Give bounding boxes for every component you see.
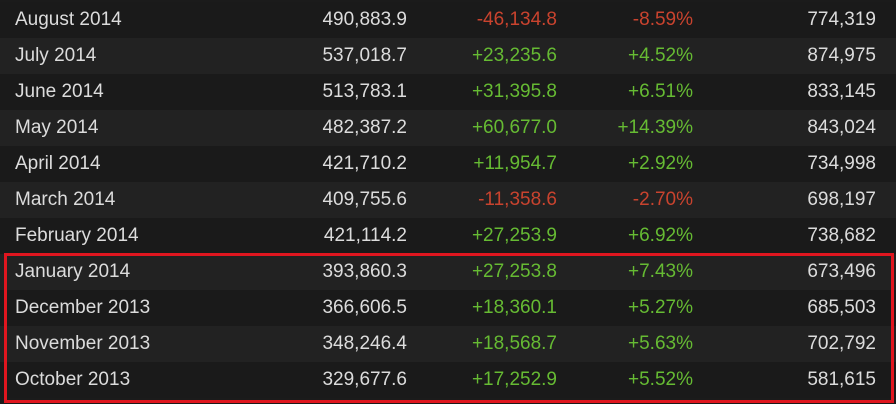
peak-players-cell: 734,998	[807, 153, 876, 174]
gain-cell: +17,252.9	[471, 369, 557, 390]
percent-gain-cell: +5.52%	[628, 369, 693, 390]
avg-players-cell: 482,387.2	[322, 117, 407, 138]
table-row: April 2014 421,710.2 +11,954.7 +2.92% 734,99…	[0, 146, 896, 182]
avg-players-cell: 537,018.7	[322, 45, 407, 66]
avg-players-cell: 513,783.1	[322, 81, 407, 102]
percent-gain-cell: +5.63%	[628, 333, 693, 354]
month-cell: February 2014	[15, 225, 139, 246]
table-row: May 2014 482,387.2 +60,677.0 +14.39% 843,024	[0, 110, 896, 146]
month-cell: January 2014	[15, 261, 131, 282]
month-cell: March 2014	[15, 189, 116, 210]
percent-gain-cell: -8.59%	[632, 9, 693, 30]
table-row: August 2014 490,883.9 -46,134.8 -8.59% 774,3…	[0, 2, 896, 38]
avg-players-cell: 348,246.4	[322, 333, 407, 354]
month-cell: June 2014	[15, 81, 104, 102]
percent-gain-cell: +14.39%	[617, 117, 693, 138]
peak-players-cell: 774,319	[807, 9, 876, 30]
month-cell: November 2013	[15, 333, 151, 354]
gain-cell: +18,568.7	[471, 333, 557, 354]
percent-gain-cell: +7.43%	[628, 261, 693, 282]
gain-cell: +31,395.8	[471, 81, 557, 102]
gain-cell: +60,677.0	[471, 117, 557, 138]
percent-gain-cell: -2.70%	[632, 189, 693, 210]
peak-players-cell: 673,496	[807, 261, 876, 282]
table-row: June 2014 513,783.1 +31,395.8 +6.51% 833,145	[0, 74, 896, 110]
table-row: February 2014 421,114.2 +27,253.9 +6.92% 738…	[0, 218, 896, 254]
peak-players-cell: 702,792	[807, 333, 876, 354]
peak-players-cell: 581,615	[807, 369, 876, 390]
gain-cell: +27,253.9	[471, 225, 557, 246]
avg-players-cell: 421,710.2	[322, 153, 407, 174]
peak-players-cell: 698,197	[807, 189, 876, 210]
gain-cell: -46,134.8	[476, 9, 557, 30]
month-cell: July 2014	[15, 45, 97, 66]
peak-players-cell: 685,503	[807, 297, 876, 318]
table-row: March 2014 409,755.6 -11,358.6 -2.70% 698,19…	[0, 182, 896, 218]
avg-players-cell: 409,755.6	[322, 189, 407, 210]
gain-cell: +18,360.1	[471, 297, 557, 318]
table-row: October 2013 329,677.6 +17,252.9 +5.52% 581,…	[0, 362, 896, 398]
gain-cell: +11,954.7	[473, 153, 557, 174]
peak-players-cell: 738,682	[807, 225, 876, 246]
percent-gain-cell: +6.92%	[628, 225, 693, 246]
month-cell: October 2013	[15, 369, 131, 390]
avg-players-cell: 329,677.6	[322, 369, 407, 390]
peak-players-cell: 843,024	[807, 117, 876, 138]
percent-gain-cell: +6.51%	[628, 81, 693, 102]
table-row: July 2014 537,018.7 +23,235.6 +4.52% 874,975	[0, 38, 896, 74]
table-row: January 2014 393,860.3 +27,253.8 +7.43% 673,…	[0, 254, 896, 290]
gain-cell: -11,358.6	[478, 189, 557, 210]
player-stats-table: August 2014 490,883.9 -46,134.8 -8.59% 774,3…	[0, 0, 896, 404]
avg-players-cell: 421,114.2	[323, 225, 407, 246]
month-cell: April 2014	[15, 153, 101, 174]
table-row: November 2013 348,246.4 +18,568.7 +5.63% 702…	[0, 326, 896, 362]
peak-players-cell: 874,975	[807, 45, 876, 66]
table-row: December 2013 366,606.5 +18,360.1 +5.27% 685…	[0, 290, 896, 326]
avg-players-cell: 366,606.5	[322, 297, 407, 318]
month-cell: August 2014	[15, 9, 122, 30]
percent-gain-cell: +4.52%	[628, 45, 693, 66]
avg-players-cell: 393,860.3	[322, 261, 407, 282]
percent-gain-cell: +5.27%	[628, 297, 693, 318]
peak-players-cell: 833,145	[807, 81, 876, 102]
gain-cell: +27,253.8	[471, 261, 557, 282]
avg-players-cell: 490,883.9	[322, 9, 407, 30]
percent-gain-cell: +2.92%	[628, 153, 693, 174]
month-cell: May 2014	[15, 117, 99, 138]
month-cell: December 2013	[15, 297, 151, 318]
gain-cell: +23,235.6	[471, 45, 557, 66]
